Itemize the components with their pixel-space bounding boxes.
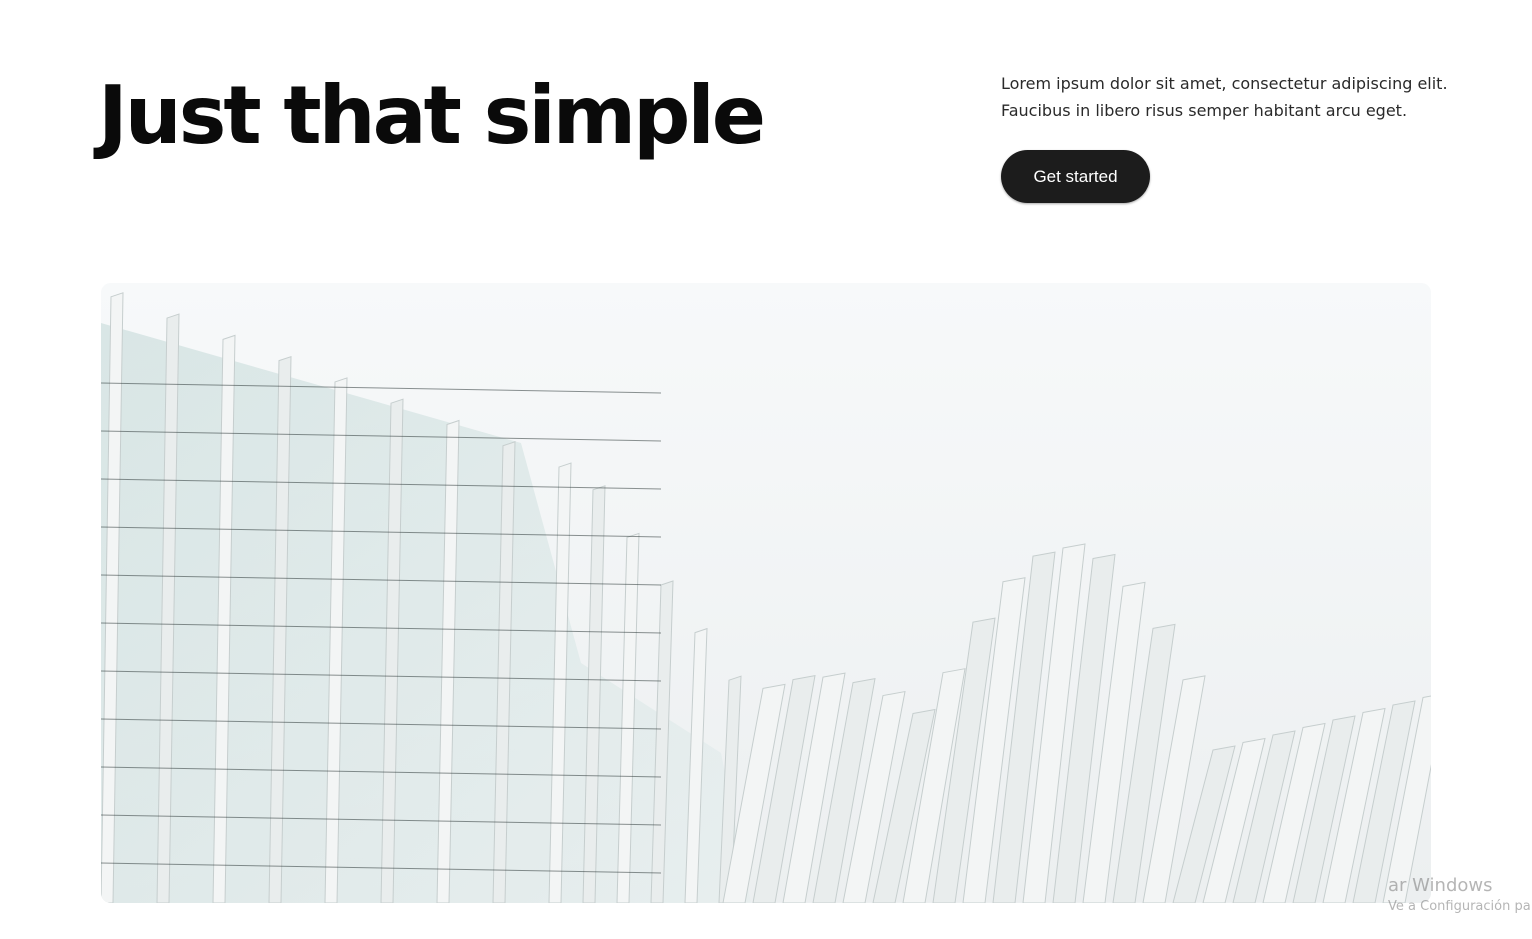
intro-text-line-2: Faucibus in libero risus semper habitant…: [1001, 101, 1408, 120]
page-title: Just that simple: [98, 69, 766, 162]
get-started-button[interactable]: Get started: [1001, 150, 1150, 203]
intro-text: Lorem ipsum dolor sit amet, consectetur …: [1001, 70, 1461, 124]
architecture-photo: [101, 283, 1431, 903]
page: Just that simple Lorem ipsum dolor sit a…: [0, 0, 1532, 939]
watermark-line-1: ar Windows: [1388, 875, 1493, 896]
os-activation-watermark: ar Windows Ve a Configuración pa: [1388, 874, 1531, 916]
hero-image: [101, 283, 1431, 903]
intro-block: Lorem ipsum dolor sit amet, consectetur …: [1001, 70, 1461, 124]
intro-text-line-1: Lorem ipsum dolor sit amet, consectetur …: [1001, 74, 1448, 93]
watermark-line-2: Ve a Configuración pa: [1388, 899, 1531, 914]
